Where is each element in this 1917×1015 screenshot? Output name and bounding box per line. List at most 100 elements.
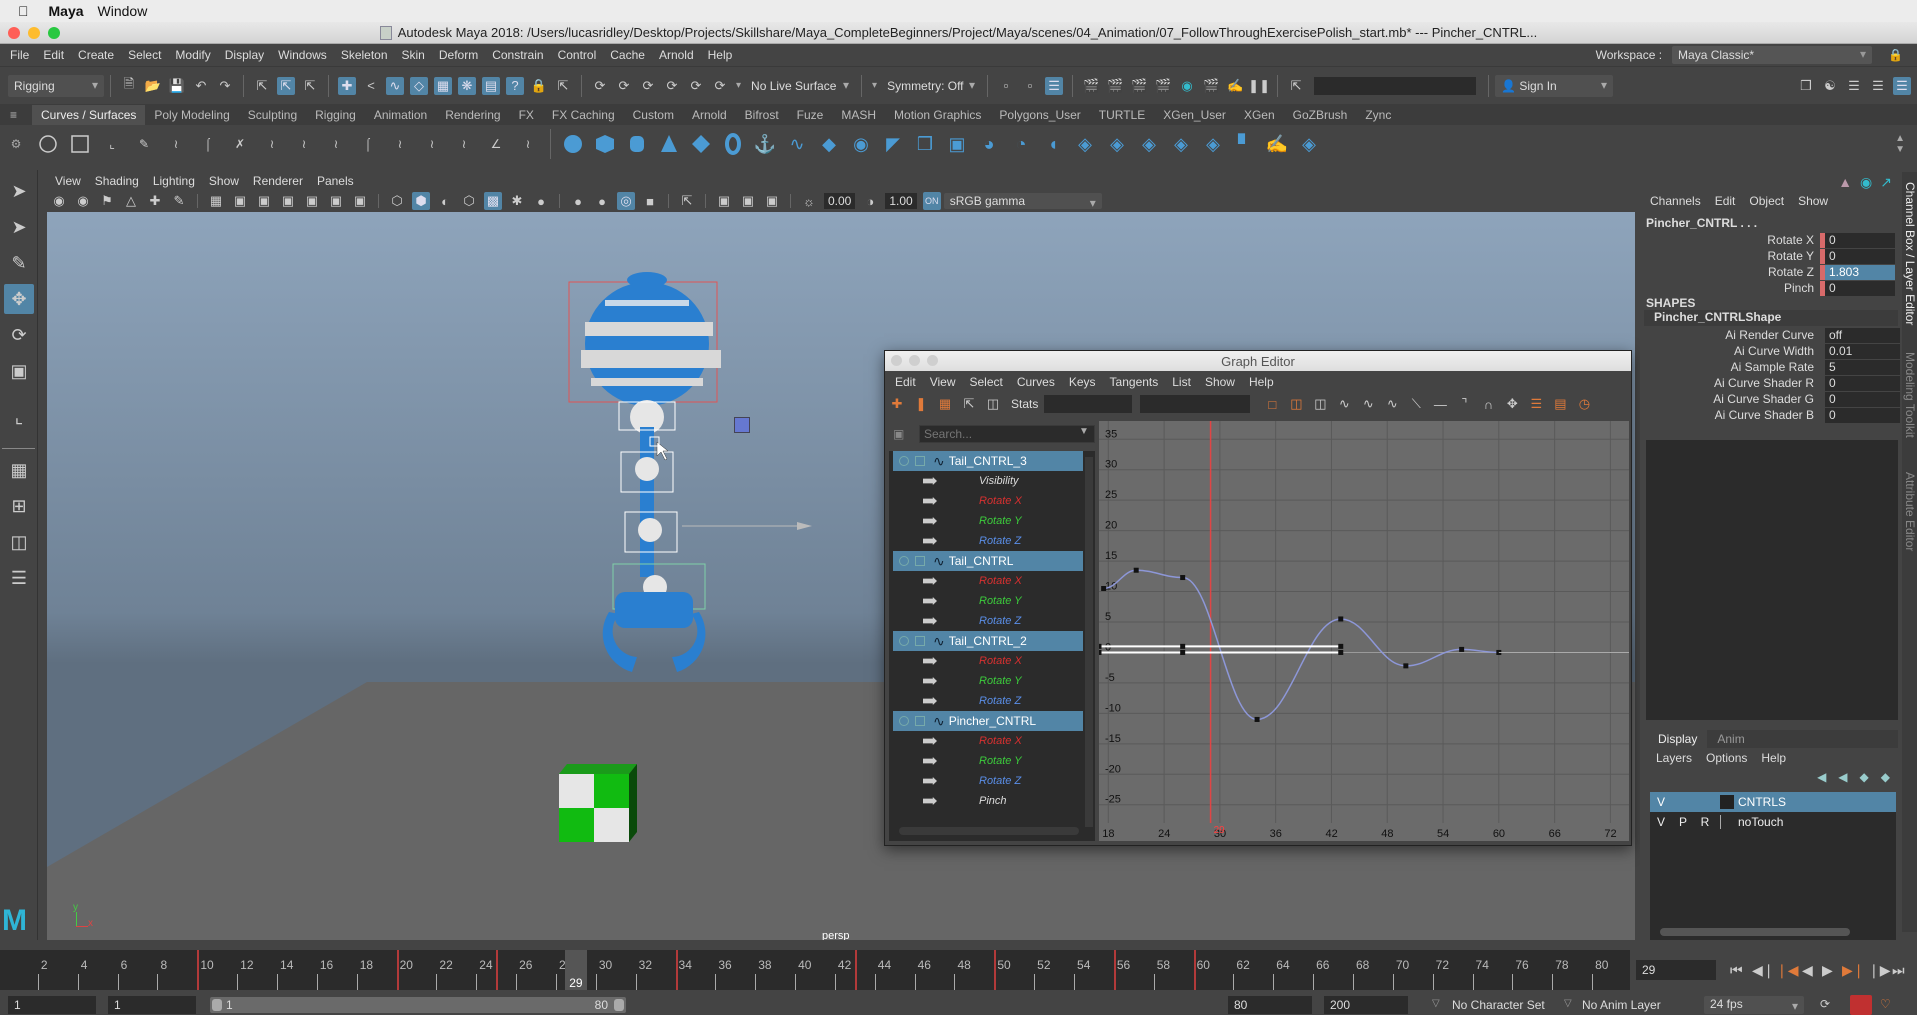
pause-icon[interactable]: ❚❚: [1248, 77, 1270, 95]
outliner-attribute[interactable]: Rotate Y: [893, 591, 1083, 611]
cb-value[interactable]: 0: [1825, 391, 1900, 407]
layer-playback-toggle[interactable]: P: [1672, 815, 1694, 829]
stats-value-field[interactable]: [1140, 395, 1251, 413]
nurbs-plane-icon[interactable]: [690, 133, 712, 155]
expand-toggle-icon[interactable]: [899, 556, 909, 566]
gate-mask-icon[interactable]: ▣: [279, 192, 297, 210]
offset-curve-icon[interactable]: ≀: [389, 133, 411, 155]
arc-tool-icon[interactable]: ⌠: [197, 133, 219, 155]
timeline-keyframe[interactable]: [1193, 950, 1196, 990]
snap-live-icon[interactable]: ⟳: [687, 77, 705, 95]
outliner-attribute[interactable]: Rotate Z: [893, 531, 1083, 551]
cb-value[interactable]: 0: [1825, 248, 1895, 264]
safe-title-icon[interactable]: ▣: [351, 192, 369, 210]
layer-menu-options[interactable]: Options: [1706, 751, 1747, 765]
move-keys-icon[interactable]: ✚: [888, 395, 906, 413]
insert-isoparm-icon[interactable]: ▘: [1234, 133, 1256, 155]
chevron-down-icon[interactable]: ▾: [736, 80, 741, 91]
step-tangent-icon[interactable]: ⌝: [1455, 395, 1473, 413]
frame-playback-range-icon[interactable]: ◫: [1287, 395, 1305, 413]
character-set-dropdown[interactable]: No Character Set: [1452, 998, 1545, 1012]
expand-toggle-icon[interactable]: [899, 716, 909, 726]
2d-pan-zoom-icon[interactable]: ✚: [146, 192, 164, 210]
ge-menu-view[interactable]: View: [930, 375, 956, 389]
nurbs-circle-icon[interactable]: [37, 133, 59, 155]
close-button[interactable]: [8, 27, 20, 39]
tool-settings-icon[interactable]: ☰: [1869, 77, 1887, 95]
attach-curves-icon[interactable]: ≀: [261, 133, 283, 155]
rotate-tool-icon[interactable]: ⟳: [4, 320, 34, 350]
shelf-tab-rigging[interactable]: Rigging: [306, 105, 365, 125]
shelf-tab-gozbrush[interactable]: GoZBrush: [1284, 105, 1357, 125]
viewport-menu-view[interactable]: View: [55, 174, 81, 188]
color-space-dropdown[interactable]: sRGB gamma: [943, 193, 1102, 210]
insert-knot-icon[interactable]: ≀: [325, 133, 347, 155]
extend-curve-icon[interactable]: ⌠: [357, 133, 379, 155]
attach-surfaces-icon[interactable]: ◈: [1138, 133, 1160, 155]
detach-surfaces-icon[interactable]: ◈: [1170, 133, 1192, 155]
outliner-attribute[interactable]: Rotate Y: [893, 511, 1083, 531]
wireframe-icon[interactable]: ⬡: [388, 192, 406, 210]
snap-curve-icon[interactable]: ⟳: [615, 77, 633, 95]
outliner-attribute[interactable]: Rotate Z: [893, 691, 1083, 711]
rebuild-surface-icon[interactable]: ◈: [1298, 133, 1320, 155]
channel-box-expand-icon[interactable]: ↗: [1880, 174, 1892, 191]
isolate-select-icon[interactable]: ⇱: [678, 192, 696, 210]
nurbs-cone-icon[interactable]: [658, 133, 680, 155]
motion-blur-icon[interactable]: ●: [593, 192, 611, 210]
outliner-node[interactable]: ∿ Pincher_CNTRL: [893, 711, 1083, 731]
clamped-tangent-icon[interactable]: ∿: [1383, 395, 1401, 413]
nurbs-sphere-icon[interactable]: [562, 133, 584, 155]
plateau-tangent-icon[interactable]: ∩: [1479, 395, 1497, 413]
viewport-menu-show[interactable]: Show: [209, 174, 239, 188]
shadows-icon[interactable]: ●: [532, 192, 550, 210]
cb-value[interactable]: 0: [1825, 280, 1895, 296]
scene-start-field[interactable]: 1: [8, 996, 96, 1014]
cb-row-rotate-x[interactable]: Rotate X 0: [1640, 232, 1902, 248]
channel-box-sync-icon[interactable]: ◉: [1860, 174, 1872, 191]
shelf-tab-motion-graphics[interactable]: Motion Graphics: [885, 105, 990, 125]
menu-select[interactable]: Select: [128, 48, 161, 62]
select-surfaces-icon[interactable]: ◇: [410, 76, 428, 95]
sign-in-dropdown[interactable]: 👤 Sign In: [1495, 74, 1614, 97]
move-layer-up-icon[interactable]: ◀: [1817, 770, 1826, 784]
color-management-icon[interactable]: ON: [922, 192, 941, 210]
frame-all-icon[interactable]: □: [1263, 395, 1281, 413]
shelf-tab-xgen[interactable]: XGen: [1235, 105, 1284, 125]
textured-icon[interactable]: ▩: [484, 192, 502, 210]
anim-layer-chevron-icon[interactable]: ▽: [1564, 998, 1572, 1009]
undo-icon[interactable]: ↶: [192, 77, 210, 95]
bezier-tool-icon[interactable]: ≀: [517, 133, 539, 155]
region-select-icon[interactable]: ⇱: [960, 395, 978, 413]
layer-menu-layers[interactable]: Layers: [1656, 751, 1692, 765]
go-to-start-icon[interactable]: ⏮: [1730, 962, 1743, 979]
zoom-button[interactable]: [48, 27, 60, 39]
time-editor-icon[interactable]: ◷: [1575, 395, 1593, 413]
symmetry-chevron-icon[interactable]: ▾: [872, 80, 877, 91]
render-current-frame-icon[interactable]: 🎬: [1082, 77, 1100, 95]
cb-value[interactable]: off: [1825, 327, 1900, 343]
menu-arnold[interactable]: Arnold: [659, 48, 694, 62]
exposure-icon[interactable]: ☼: [800, 192, 818, 210]
select-hierarchy-icon[interactable]: ⇱: [253, 77, 271, 95]
cb-value[interactable]: 0: [1825, 232, 1895, 248]
lattice-deform-icon[interactable]: ▦: [936, 395, 954, 413]
shelf-tab-polygons-user[interactable]: Polygons_User: [990, 105, 1089, 125]
timeline-keyframe[interactable]: [854, 950, 857, 990]
grid-icon[interactable]: ▦: [207, 192, 225, 210]
snap-point-icon[interactable]: ⟳: [639, 77, 657, 95]
input-ops-icon[interactable]: ▫: [997, 77, 1015, 95]
nurbs-cube-icon[interactable]: [594, 133, 616, 155]
human-ik-icon[interactable]: ☯: [1821, 77, 1839, 95]
construction-history-icon[interactable]: ☰: [1045, 76, 1064, 95]
untrim-icon[interactable]: ◈: [1106, 133, 1128, 155]
playback-start-field[interactable]: 1: [108, 996, 196, 1014]
timeline-keyframe[interactable]: [675, 950, 678, 990]
buffer-curve-icon[interactable]: ✥: [1503, 395, 1521, 413]
symmetry-dropdown[interactable]: Symmetry: Off: [881, 74, 982, 97]
center-current-time-icon[interactable]: ◫: [1311, 395, 1329, 413]
layer-name[interactable]: noTouch: [1738, 815, 1783, 829]
outliner-attribute[interactable]: Visibility: [893, 471, 1083, 491]
ge-menu-keys[interactable]: Keys: [1069, 375, 1096, 389]
loop-icon[interactable]: ⟳: [1820, 997, 1830, 1011]
